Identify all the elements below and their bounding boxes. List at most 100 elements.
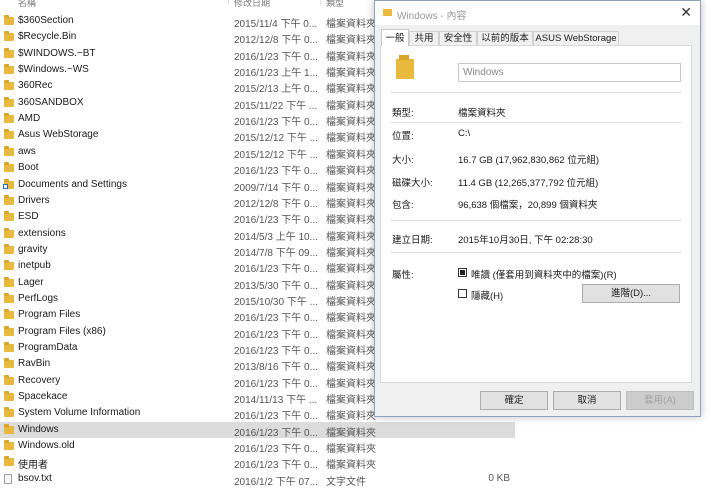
folder-icon xyxy=(4,113,14,124)
file-name: ESD xyxy=(18,211,39,223)
folder-icon xyxy=(4,243,14,254)
file-name: Recovery xyxy=(18,374,61,386)
file-date: 2016/1/23 下午 0... xyxy=(234,444,318,456)
file-name: RavBin xyxy=(18,358,51,370)
tab-previous-versions[interactable]: 以前的版本 xyxy=(477,31,533,45)
file-date: 2016/1/23 下午 0... xyxy=(234,346,318,357)
file-type: 檔案資料夾 xyxy=(326,460,376,472)
file-name: ProgramData xyxy=(18,342,78,353)
file-date: 2015/11/4 下午 0... xyxy=(234,19,318,30)
folder-icon xyxy=(4,145,14,156)
general-tab-panel: 類型: 檔案資料夾 位置: C:\ 大小: 16.7 GB (17,962,83… xyxy=(380,45,692,383)
file-type: 檔案資料夾 xyxy=(326,84,376,96)
cancel-button[interactable]: 取消 xyxy=(553,391,621,410)
advanced-button[interactable]: 進階(D)... xyxy=(582,284,680,303)
file-date: 2016/1/23 下午 0... xyxy=(234,166,318,178)
file-name: gravity xyxy=(18,243,48,255)
file-date: 2015/10/30 下午 ... xyxy=(234,296,318,308)
properties-dialog: Windows - 內容 ✕ 一般 共用 安全性 以前的版本 ASUS WebS… xyxy=(374,0,701,417)
file-date: 2016/1/23 下午 0... xyxy=(234,117,318,129)
created-value: 2015年10月30日, 下午 02:28:30 xyxy=(458,235,593,246)
column-divider[interactable] xyxy=(320,0,321,4)
file-type: 文字文件 xyxy=(326,476,366,488)
folder-icon xyxy=(4,342,14,352)
disk-size-label: 磁碟大小: xyxy=(392,178,433,189)
divider xyxy=(391,252,681,253)
file-type: 檔案資料夾 xyxy=(326,166,376,178)
file-name: $360Section xyxy=(18,15,74,26)
folder-icon xyxy=(396,55,414,79)
folder-icon xyxy=(4,15,14,25)
file-date: 2012/12/8 下午 0... xyxy=(234,35,318,47)
folder-icon xyxy=(4,162,14,173)
hidden-checkbox[interactable] xyxy=(458,289,467,298)
tab-security[interactable]: 安全性 xyxy=(439,31,477,45)
file-name: aws xyxy=(18,145,36,157)
file-row[interactable]: 使用者 2016/1/23 下午 0... 檔案資料夾 xyxy=(0,454,515,472)
column-header-type[interactable]: 類型 xyxy=(326,0,344,9)
column-divider[interactable] xyxy=(228,0,229,4)
divider xyxy=(391,220,681,221)
dialog-title-bar[interactable]: Windows - 內容 ✕ xyxy=(375,1,700,25)
file-type: 檔案資料夾 xyxy=(326,378,376,390)
file-date: 2013/5/30 下午 0... xyxy=(234,280,318,292)
folder-icon xyxy=(4,423,14,434)
file-type: 檔案資料夾 xyxy=(326,313,376,325)
file-type: 檔案資料夾 xyxy=(326,35,376,47)
file-row[interactable]: Windows.old 2016/1/23 下午 0... 檔案資料夾 xyxy=(0,438,515,456)
type-value: 檔案資料夾 xyxy=(458,108,506,119)
file-date: 2015/11/22 下午 ... xyxy=(234,100,318,112)
file-date: 2015/12/12 下午 ... xyxy=(234,149,318,161)
column-header-date[interactable]: 修改日期 xyxy=(234,0,270,9)
file-type: 檔案資料夾 xyxy=(326,51,376,63)
file-type: 檔案資料夾 xyxy=(326,247,376,259)
file-name: Boot xyxy=(18,162,39,174)
folder-icon xyxy=(4,407,14,418)
tab-sharing[interactable]: 共用 xyxy=(409,31,439,45)
tab-general[interactable]: 一般 xyxy=(381,29,409,46)
divider xyxy=(391,92,681,93)
file-date: 2016/1/23 下午 0... xyxy=(234,378,318,390)
column-header-name[interactable]: 名稱 xyxy=(18,0,36,9)
file-size: 0 KB xyxy=(488,472,510,484)
tab-asus-webstorage[interactable]: ASUS WebStorage xyxy=(533,31,619,45)
file-name: 使用者 xyxy=(18,460,48,472)
apply-button[interactable]: 套用(A) xyxy=(626,391,694,410)
file-date: 2014/5/3 上午 10... xyxy=(234,231,318,243)
file-type: 檔案資料夾 xyxy=(326,411,376,423)
file-date: 2009/7/14 下午 0... xyxy=(234,182,318,194)
folder-icon xyxy=(4,325,14,336)
type-label: 類型: xyxy=(392,108,414,119)
size-label: 大小: xyxy=(392,155,414,166)
readonly-label[interactable]: 唯讀 (僅套用到資料夾中的檔案)(R) xyxy=(471,267,617,281)
text-file-icon xyxy=(4,473,12,484)
ok-button[interactable]: 確定 xyxy=(480,391,548,410)
folder-name-input[interactable] xyxy=(458,63,681,82)
file-type: 檔案資料夾 xyxy=(326,182,376,194)
file-name: Program Files (x86) xyxy=(18,325,106,337)
file-date: 2014/11/13 下午 ... xyxy=(234,395,318,407)
readonly-checkbox[interactable] xyxy=(458,268,467,277)
location-value: C:\ xyxy=(458,128,471,139)
file-date: 2013/8/16 下午 0... xyxy=(234,362,318,374)
folder-icon xyxy=(4,309,14,320)
file-date: 2015/12/12 下午 ... xyxy=(234,133,318,145)
file-type: 檔案資料夾 xyxy=(326,346,376,357)
file-name: extensions xyxy=(18,227,66,239)
file-name: Documents and Settings xyxy=(18,178,127,190)
shortcut-folder-icon xyxy=(3,178,14,189)
disk-size-value: 11.4 GB (12,265,377,792 位元組) xyxy=(458,178,599,189)
file-row[interactable]: Windows 2016/1/23 下午 0... 檔案資料夾 xyxy=(0,421,515,439)
file-date: 2016/1/23 下午 0... xyxy=(234,329,318,341)
divider xyxy=(391,122,681,123)
file-type: 檔案資料夾 xyxy=(326,117,376,129)
folder-icon xyxy=(383,9,392,16)
folder-icon xyxy=(4,211,14,222)
file-type: 檔案資料夾 xyxy=(326,19,376,30)
file-date: 2016/1/23 下午 0... xyxy=(234,51,318,63)
location-label: 位置: xyxy=(392,131,414,142)
folder-icon xyxy=(4,129,14,140)
file-row[interactable]: bsov.txt 2016/1/2 下午 07... 文字文件 0 KB xyxy=(0,471,515,488)
hidden-label[interactable]: 隱藏(H) xyxy=(471,288,503,302)
close-icon[interactable]: ✕ xyxy=(680,4,692,21)
